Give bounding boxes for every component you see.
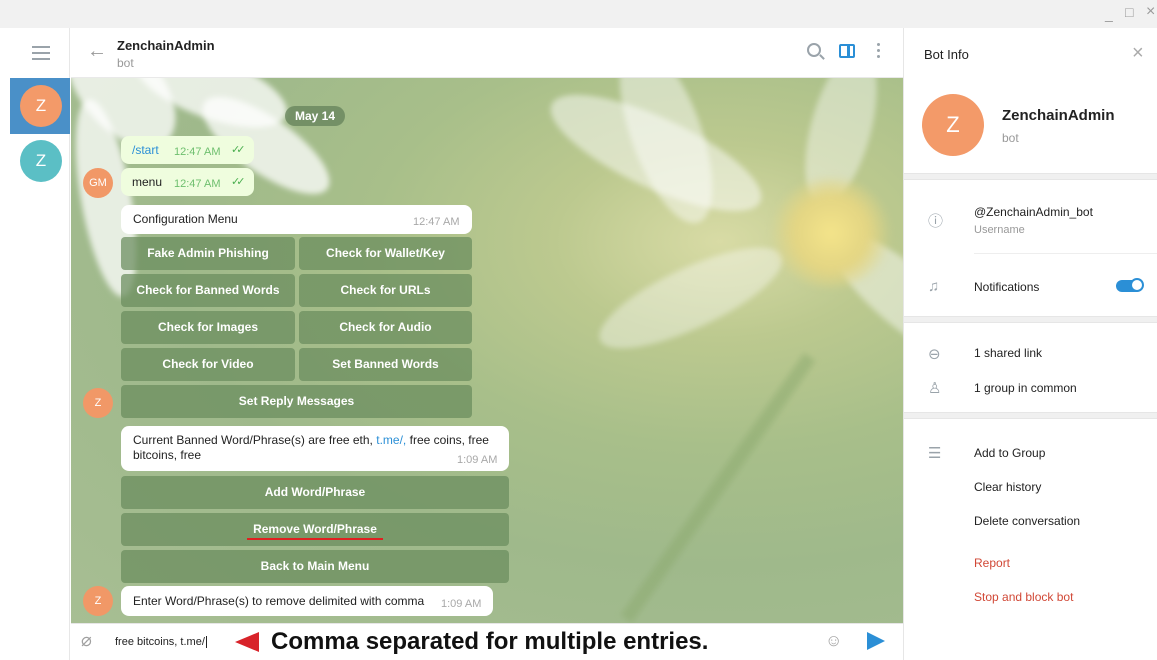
more-options-icon[interactable] [877, 43, 881, 61]
message-text: menu [132, 175, 163, 189]
annotation-arrow-icon [235, 632, 259, 652]
user-avatar[interactable]: GM [83, 168, 113, 198]
bot-avatar[interactable]: Z [83, 388, 113, 418]
sidebar-toggle-icon[interactable] [839, 44, 855, 58]
clear-history-item[interactable]: Clear history [974, 480, 1041, 494]
keyboard-button-back-main-menu[interactable]: Back to Main Menu [121, 550, 509, 583]
incoming-message: Enter Word/Phrase(s) to remove delimited… [121, 586, 493, 616]
hamburger-menu-icon[interactable] [32, 46, 50, 60]
shared-links-item[interactable]: 1 shared link [974, 346, 1042, 360]
bot-info-name: ZenchainAdmin [1002, 107, 1115, 124]
row-divider [974, 253, 1157, 254]
double-check-icon: ✓✓ [231, 176, 246, 188]
message-text[interactable]: /start [132, 143, 159, 157]
message-time: 12:47 AM [413, 216, 460, 228]
compose-bar: ⌀ free bitcoins, t.me/ Comma separated f… [71, 623, 903, 660]
message-text: Configuration Menu [133, 212, 238, 226]
chat-title[interactable]: ZenchainAdmin [117, 38, 215, 53]
background-stem [620, 352, 816, 623]
background-petal [587, 228, 795, 368]
keyboard-button-check-wallet[interactable]: Check for Wallet/Key [299, 237, 472, 270]
stop-block-bot-item[interactable]: Stop and block bot [974, 590, 1073, 604]
send-icon[interactable] [867, 632, 885, 650]
bot-username[interactable]: @ZenchainAdmin_bot [974, 205, 1093, 219]
emoji-icon[interactable]: ☺ [825, 631, 842, 651]
outgoing-message[interactable]: /start 12:47 AM ✓✓ [121, 136, 254, 164]
list-icon: ☰ [928, 445, 942, 462]
notifications-label: Notifications [974, 280, 1040, 294]
message-text: Enter Word/Phrase(s) to remove delimited… [133, 594, 425, 608]
chat-avatar-zenchainadmin[interactable]: Z [20, 85, 62, 127]
section-divider [904, 316, 1157, 323]
incoming-message: Configuration Menu 12:47 AM [121, 205, 472, 234]
close-panel-icon[interactable]: × [1132, 42, 1144, 65]
message-time: 12:47 AM [174, 146, 221, 158]
window-titlebar: _ □ × [0, 0, 1157, 28]
info-icon: ⓘ [928, 213, 944, 230]
report-item[interactable]: Report [974, 556, 1010, 570]
delete-conversation-item[interactable]: Delete conversation [974, 514, 1080, 528]
bot-info-avatar[interactable]: Z [922, 94, 984, 156]
panel-title: Bot Info [924, 47, 969, 62]
bot-info-subtitle: bot [1002, 131, 1019, 145]
keyboard-button-check-images[interactable]: Check for Images [121, 311, 295, 344]
outgoing-message[interactable]: menu 12:47 AM ✓✓ [121, 168, 254, 196]
back-arrow-icon[interactable]: ← [87, 40, 107, 63]
chat-avatar-second[interactable]: Z [20, 140, 62, 182]
incoming-message: Current Banned Word/Phrase(s) are free e… [121, 426, 509, 471]
annotation-text: Comma separated for multiple entries. [271, 628, 709, 655]
user-icon: ♙ [928, 380, 942, 397]
keyboard-button-check-urls[interactable]: Check for URLs [299, 274, 472, 307]
username-label: Username [974, 224, 1025, 236]
message-time: 12:47 AM [174, 178, 221, 190]
keyboard-button-add-word[interactable]: Add Word/Phrase [121, 476, 509, 509]
chat-subtitle: bot [117, 56, 134, 70]
message-time: 1:09 AM [441, 598, 482, 610]
section-divider [904, 173, 1157, 180]
keyboard-button-set-reply-messages[interactable]: Set Reply Messages [121, 385, 472, 418]
keyboard-button-set-banned-words[interactable]: Set Banned Words [299, 348, 472, 381]
keyboard-button-remove-word[interactable]: Remove Word/Phrase [121, 513, 509, 546]
message-link[interactable]: t.me/, [376, 433, 406, 447]
add-to-group-item[interactable]: Add to Group [974, 446, 1045, 460]
bell-icon: ♫ [928, 278, 940, 295]
search-icon[interactable] [807, 43, 821, 57]
keyboard-button-check-video[interactable]: Check for Video [121, 348, 295, 381]
bot-info-panel: Bot Info × Z ZenchainAdmin bot ⓘ @Zencha… [903, 28, 1157, 660]
highlight-underline [247, 538, 383, 540]
date-separator: May 14 [285, 106, 346, 126]
message-text-line2: bitcoins, free [133, 448, 202, 462]
message-input[interactable]: free bitcoins, t.me/ [115, 636, 207, 648]
background-flower-center [771, 178, 891, 288]
section-divider [904, 412, 1157, 419]
keyboard-button-fake-admin-phishing[interactable]: Fake Admin Phishing [121, 237, 295, 270]
chat-list-column: Z Z [0, 28, 70, 660]
bot-avatar[interactable]: Z [83, 586, 113, 616]
chat-messages-area[interactable]: May 14 /start 12:47 AM ✓✓ menu 12:47 AM … [71, 78, 903, 623]
maximize-button[interactable]: □ [1125, 4, 1133, 20]
close-window-button[interactable]: × [1146, 3, 1155, 21]
keyboard-button-check-banned-words[interactable]: Check for Banned Words [121, 274, 295, 307]
chat-header: ← ZenchainAdmin bot [71, 28, 903, 78]
double-check-icon: ✓✓ [231, 144, 246, 156]
message-text: Current Banned Word/Phrase(s) are free e… [133, 433, 489, 447]
keyboard-button-check-audio[interactable]: Check for Audio [299, 311, 472, 344]
groups-in-common-item[interactable]: 1 group in common [974, 381, 1077, 395]
message-time: 1:09 AM [457, 454, 498, 466]
paperclip-icon[interactable]: ⌀ [81, 630, 92, 651]
notifications-toggle[interactable] [1116, 278, 1144, 292]
minimize-button[interactable]: _ [1105, 6, 1113, 22]
link-icon: ⊖ [928, 346, 941, 363]
